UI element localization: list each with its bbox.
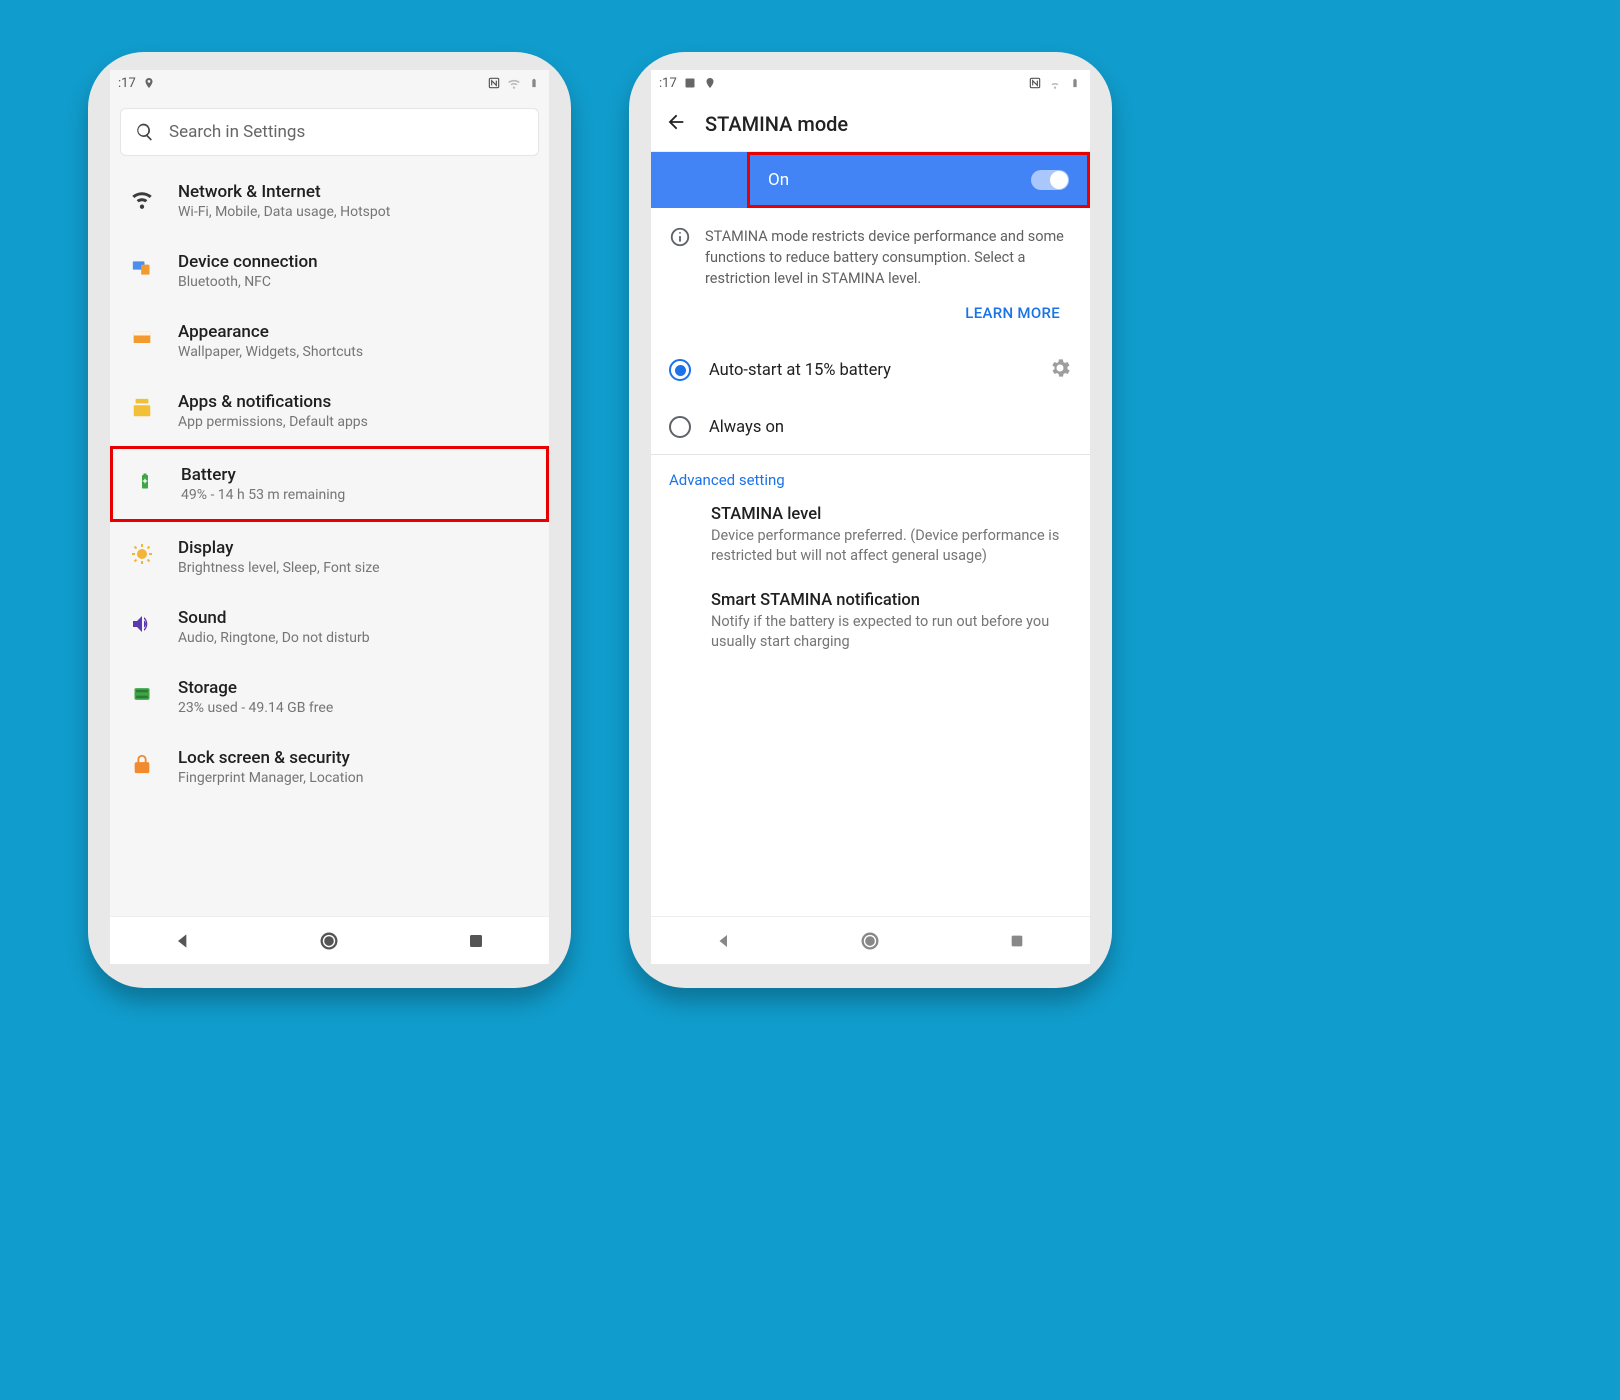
wifi-icon [1048, 76, 1062, 90]
page-title: STAMINA mode [705, 112, 848, 136]
radio-auto-start[interactable]: Auto-start at 15% battery [651, 340, 1090, 400]
battery-icon [131, 467, 159, 495]
apps-icon [128, 394, 156, 422]
stamina-toggle-row[interactable]: On [651, 152, 1090, 208]
back-button[interactable] [665, 111, 687, 137]
gear-icon[interactable] [1048, 356, 1072, 384]
adv-sub: Notify if the battery is expected to run… [711, 612, 1072, 653]
location-icon [703, 76, 717, 90]
nav-back-button[interactable] [170, 928, 196, 954]
learn-more-row: LEARN MORE [651, 295, 1090, 340]
toggle-strip [651, 152, 699, 208]
radio-label: Auto-start at 15% battery [709, 361, 1030, 380]
android-nav-bar [110, 916, 549, 964]
brightness-icon [128, 540, 156, 568]
devices-icon [128, 254, 156, 282]
settings-item-storage[interactable]: Storage 23% used - 49.14 GB free [110, 662, 549, 732]
adv-sub: Device performance preferred. (Device pe… [711, 526, 1072, 567]
radio-unselected-icon [669, 416, 691, 438]
search-bar-wrap: Search in Settings [110, 96, 549, 166]
status-time: :17 [118, 76, 136, 91]
settings-item-sub: Audio, Ringtone, Do not disturb [178, 630, 531, 646]
toggle-switch[interactable] [1031, 170, 1069, 190]
settings-item-device-connection[interactable]: Device connection Bluetooth, NFC [110, 236, 549, 306]
storage-icon [128, 680, 156, 708]
settings-item-sub: Brightness level, Sleep, Font size [178, 560, 531, 576]
section-label: Advanced setting [651, 455, 1090, 495]
nfc-icon [487, 76, 501, 90]
info-icon [669, 226, 691, 289]
wifi-icon [128, 184, 156, 212]
wifi-icon [507, 76, 521, 90]
toggle-label: On [768, 170, 789, 190]
info-text: STAMINA mode restricts device performanc… [705, 226, 1072, 289]
adv-title: Smart STAMINA notification [711, 591, 1072, 610]
image-icon [683, 76, 697, 90]
settings-item-title: Display [178, 538, 531, 558]
page-header: STAMINA mode [651, 96, 1090, 152]
adv-stamina-level[interactable]: STAMINA level Device performance preferr… [651, 495, 1090, 581]
radio-selected-icon [669, 359, 691, 381]
radio-label: Always on [709, 418, 1072, 437]
android-nav-bar [651, 916, 1090, 964]
settings-item-title: Apps & notifications [178, 392, 531, 412]
status-bar: :17 [110, 70, 549, 96]
search-input[interactable]: Search in Settings [120, 108, 539, 156]
screen-stamina: :17 [651, 70, 1090, 964]
settings-item-title: Battery [181, 465, 528, 485]
settings-item-title: Sound [178, 608, 531, 628]
search-icon [135, 122, 155, 142]
info-block: STAMINA mode restricts device performanc… [651, 208, 1090, 295]
settings-item-lock-security[interactable]: Lock screen & security Fingerprint Manag… [110, 732, 549, 802]
nav-back-button[interactable] [711, 928, 737, 954]
settings-item-sub: Bluetooth, NFC [178, 274, 531, 290]
settings-item-sub: 23% used - 49.14 GB free [178, 700, 531, 716]
settings-item-sub: App permissions, Default apps [178, 414, 531, 430]
search-placeholder: Search in Settings [169, 122, 305, 142]
lock-icon [128, 750, 156, 778]
nav-home-button[interactable] [857, 928, 883, 954]
appearance-icon [128, 324, 156, 352]
adv-smart-stamina[interactable]: Smart STAMINA notification Notify if the… [651, 581, 1090, 667]
settings-item-appearance[interactable]: Appearance Wallpaper, Widgets, Shortcuts [110, 306, 549, 376]
status-time: :17 [659, 76, 677, 91]
spacer [651, 666, 1090, 916]
nav-home-button[interactable] [316, 928, 342, 954]
settings-item-sub: Wallpaper, Widgets, Shortcuts [178, 344, 531, 360]
settings-item-network[interactable]: Network & Internet Wi-Fi, Mobile, Data u… [110, 166, 549, 236]
status-bar: :17 [651, 70, 1090, 96]
nav-recent-button[interactable] [463, 928, 489, 954]
settings-item-apps[interactable]: Apps & notifications App permissions, De… [110, 376, 549, 446]
phone-stamina: :17 [629, 52, 1112, 988]
settings-list[interactable]: Network & Internet Wi-Fi, Mobile, Data u… [110, 166, 549, 916]
settings-item-display[interactable]: Display Brightness level, Sleep, Font si… [110, 522, 549, 592]
settings-item-title: Storage [178, 678, 531, 698]
settings-item-battery[interactable]: Battery 49% - 14 h 53 m remaining [110, 446, 549, 522]
sound-icon [128, 610, 156, 638]
settings-item-title: Device connection [178, 252, 531, 272]
phone-settings: :17 [88, 52, 571, 988]
settings-item-sound[interactable]: Sound Audio, Ringtone, Do not disturb [110, 592, 549, 662]
settings-item-sub: 49% - 14 h 53 m remaining [181, 487, 528, 503]
adv-title: STAMINA level [711, 505, 1072, 524]
location-icon [142, 76, 156, 90]
settings-item-sub: Fingerprint Manager, Location [178, 770, 531, 786]
settings-item-title: Lock screen & security [178, 748, 531, 768]
learn-more-link[interactable]: LEARN MORE [965, 304, 1060, 322]
settings-item-title: Network & Internet [178, 182, 531, 202]
battery-icon [1068, 76, 1082, 90]
battery-icon [527, 76, 541, 90]
nfc-icon [1028, 76, 1042, 90]
screen-settings: :17 [110, 70, 549, 964]
radio-always-on[interactable]: Always on [651, 400, 1090, 454]
settings-item-title: Appearance [178, 322, 531, 342]
nav-recent-button[interactable] [1004, 928, 1030, 954]
settings-item-sub: Wi-Fi, Mobile, Data usage, Hotspot [178, 204, 531, 220]
